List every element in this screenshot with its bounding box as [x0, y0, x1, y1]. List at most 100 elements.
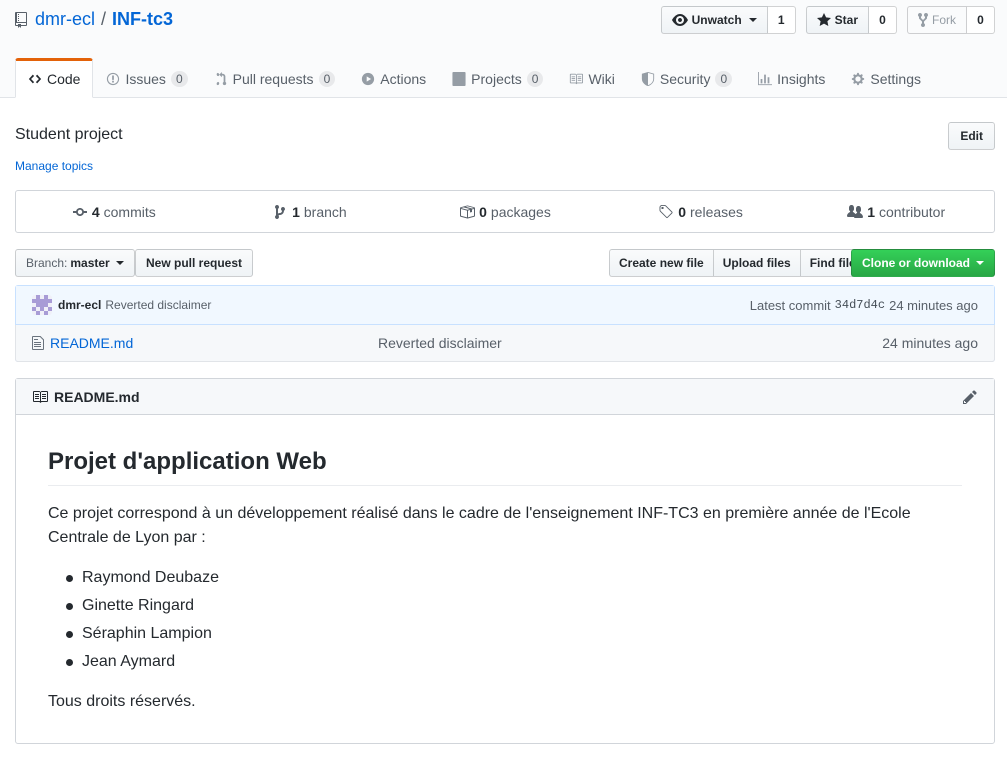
- file-actions: Create new file Upload files Find file: [609, 249, 866, 277]
- tab-pull-requests[interactable]: Pull requests 0: [201, 58, 349, 98]
- eye-icon: [671, 14, 688, 26]
- history-icon: [72, 207, 87, 216]
- commits-link[interactable]: 4 commits: [16, 191, 212, 232]
- tab-label: Issues: [125, 71, 166, 87]
- clone-download-button[interactable]: Clone or download: [851, 249, 995, 277]
- clone-label: Clone or download: [862, 256, 970, 270]
- star-icon: [816, 13, 831, 26]
- edit-button[interactable]: Edit: [948, 122, 995, 150]
- tab-code[interactable]: Code: [15, 58, 94, 98]
- star-count[interactable]: 0: [869, 6, 897, 34]
- fork-count[interactable]: 0: [967, 6, 995, 34]
- numbers-summary: 4 commits 1 branch 0 packages 0 releases…: [15, 190, 995, 233]
- tab-counter: 0: [318, 71, 336, 87]
- file-link[interactable]: README.md: [50, 335, 133, 351]
- readme-header: README.md: [16, 379, 994, 415]
- packages-count: 0: [479, 203, 487, 220]
- chevron-down-icon: [976, 261, 984, 265]
- fork-group: Fork 0: [907, 6, 995, 34]
- releases-count: 0: [678, 203, 687, 220]
- unwatch-button[interactable]: Unwatch: [660, 6, 768, 34]
- avatar[interactable]: [32, 295, 52, 315]
- tab-issues[interactable]: Issues 0: [93, 58, 200, 98]
- list-item: Jean Aymard: [64, 650, 962, 674]
- upload-files-button[interactable]: Upload files: [712, 249, 801, 277]
- manage-topics-link[interactable]: Manage topics: [15, 159, 93, 173]
- branch-icon: [275, 204, 286, 219]
- tab-label: Insights: [777, 71, 826, 87]
- file-icon: [32, 336, 44, 350]
- releases-label: releases: [690, 203, 743, 220]
- pull-request-icon: [216, 72, 226, 86]
- commit-message-link[interactable]: Reverted disclaimer: [105, 298, 211, 312]
- chevron-down-icon: [748, 18, 757, 22]
- tab-label: Settings: [870, 71, 921, 87]
- commits-label: commits: [103, 203, 156, 220]
- list-item: Séraphin Lampion: [64, 622, 962, 646]
- tab-label: Wiki: [588, 71, 615, 87]
- contributor-count: 1: [867, 203, 875, 220]
- tab-settings[interactable]: Settings: [838, 58, 934, 98]
- branch-count: 1: [292, 203, 300, 220]
- tab-projects[interactable]: Projects 0: [439, 58, 556, 98]
- tab-label: Code: [47, 71, 81, 87]
- repo-title: dmr-ecl / INF-tc3: [15, 9, 173, 30]
- star-label: Star: [834, 13, 858, 27]
- tab-actions[interactable]: Actions: [348, 58, 439, 98]
- file-commit-message-link[interactable]: Reverted disclaimer: [378, 335, 502, 351]
- fork-button[interactable]: Fork: [907, 6, 967, 34]
- tab-wiki[interactable]: Wiki: [556, 58, 627, 98]
- package-icon: [460, 205, 476, 218]
- tab-counter: 0: [170, 71, 188, 87]
- commit-table: dmr-ecl Reverted disclaimer Latest commi…: [15, 285, 995, 362]
- star-button[interactable]: Star: [805, 6, 869, 34]
- contributor-label: contributor: [878, 203, 946, 220]
- code-icon: [28, 74, 42, 84]
- repo-name-link[interactable]: INF-tc3: [112, 9, 173, 30]
- star-group: Star 0: [805, 6, 897, 34]
- play-icon: [362, 72, 375, 86]
- branches-link[interactable]: 1 branch: [212, 191, 408, 232]
- repo-header: dmr-ecl / INF-tc3 Unwatch 1 Star 0 Fork: [0, 0, 1007, 98]
- watch-group: Unwatch 1: [660, 6, 796, 34]
- file-age: 24 minutes ago: [882, 335, 978, 351]
- pencil-icon[interactable]: [962, 389, 978, 405]
- tab-label: Projects: [471, 71, 522, 87]
- file-name-cell: README.md: [32, 335, 378, 351]
- commits-count: 4: [91, 203, 100, 220]
- branch-name: master: [70, 256, 110, 270]
- commit-author-link[interactable]: dmr-ecl: [58, 298, 101, 312]
- tab-security[interactable]: Security 0: [628, 58, 745, 98]
- chevron-down-icon: [115, 261, 124, 265]
- file-row: README.md Reverted disclaimer 24 minutes…: [15, 325, 995, 362]
- readme-filename: README.md: [54, 388, 140, 405]
- readme-footer: Tous droits réservés.: [48, 693, 196, 710]
- shield-icon: [641, 72, 654, 86]
- new-pull-request-button[interactable]: New pull request: [135, 249, 254, 277]
- readme-heading: Projet d'application Web: [48, 447, 962, 486]
- tab-insights[interactable]: Insights: [745, 58, 838, 98]
- latest-commit-label: Latest commit: [749, 297, 831, 313]
- packages-link[interactable]: 0 packages: [407, 191, 603, 232]
- commit-meta: Latest commit 34d7d4c 24 minutes ago: [750, 298, 978, 313]
- packages-label: packages: [490, 203, 551, 220]
- tab-counter: 0: [715, 71, 733, 87]
- releases-link[interactable]: 0 releases: [603, 191, 799, 232]
- commit-sha-link[interactable]: 34d7d4c: [835, 298, 885, 312]
- list-item: Ginette Ringard: [64, 594, 962, 618]
- graph-icon: [758, 72, 773, 86]
- list-item: Raymond Deubaze: [64, 566, 962, 590]
- watch-count[interactable]: 1: [767, 6, 796, 34]
- repo-separator: /: [101, 9, 107, 29]
- unwatch-label: Unwatch: [691, 13, 742, 27]
- tag-icon: [659, 204, 673, 218]
- tab-label: Security: [659, 71, 711, 87]
- readme-intro: Ce projet correspond à un développement …: [48, 505, 911, 546]
- repo-owner-link[interactable]: dmr-ecl: [35, 9, 95, 30]
- branch-select-button[interactable]: Branch: master: [15, 249, 135, 277]
- create-new-file-button[interactable]: Create new file: [609, 249, 714, 277]
- people-icon: [847, 204, 864, 218]
- contributors-link[interactable]: 1 contributor: [798, 191, 994, 232]
- tab-counter: 0: [526, 71, 544, 87]
- commit-age: 24 minutes ago: [889, 297, 978, 313]
